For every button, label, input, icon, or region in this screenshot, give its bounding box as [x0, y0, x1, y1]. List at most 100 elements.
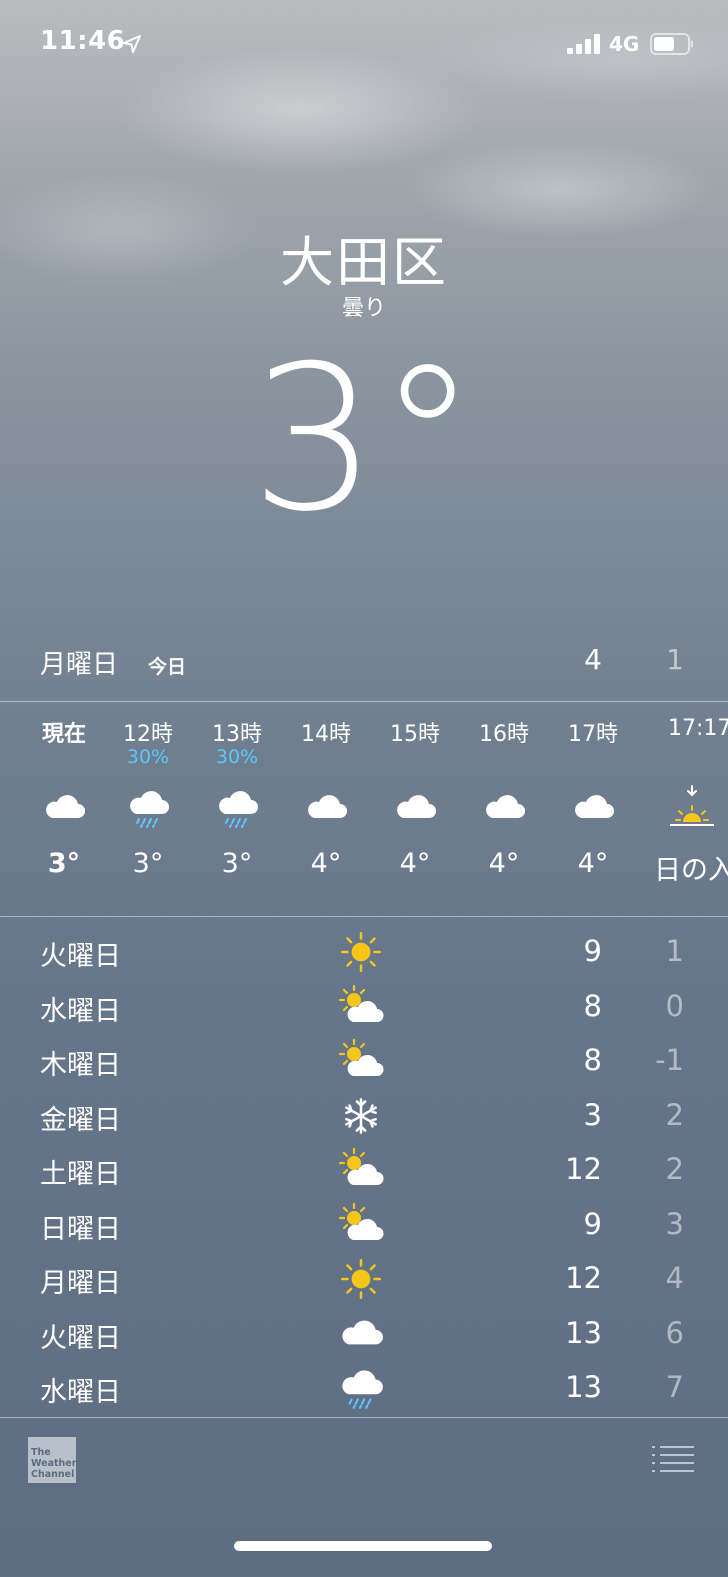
cloud-icon	[336, 1309, 386, 1357]
day-low: -1	[655, 1043, 684, 1077]
hour-temperature: 3°	[47, 848, 81, 879]
cloud-icon	[302, 784, 350, 832]
hourly-item: 12時 30% 3°	[104, 716, 192, 879]
day-name: 日曜日	[40, 1213, 121, 1245]
day-name: 土曜日	[40, 1159, 121, 1190]
daily-row: 水曜日 13 7	[0, 1360, 728, 1414]
hourly-item: 現在 3°	[20, 716, 108, 879]
hour-label: 現在	[41, 722, 86, 747]
precip-chance: 30%	[126, 746, 170, 768]
cloud-icon	[40, 784, 88, 832]
hour-label: 17時	[568, 722, 618, 747]
day-high: 12	[565, 1261, 602, 1295]
partly-cloudy-icon	[336, 1145, 386, 1193]
daily-row: 水曜日 8 0	[0, 979, 728, 1033]
partly-cloudy-icon	[336, 1036, 386, 1084]
hour-temperature: 4°	[310, 848, 342, 879]
precip-chance	[638, 746, 728, 772]
day-high: 13	[565, 1315, 602, 1350]
hour-temperature: 4°	[488, 848, 520, 879]
location-name: 大田区	[280, 231, 448, 294]
day-high: 13	[565, 1370, 602, 1404]
divider	[0, 916, 728, 917]
hourly-item: 13時 30% 3°	[193, 716, 281, 879]
partly-cloudy-icon	[336, 982, 386, 1030]
list-icon[interactable]	[652, 1444, 694, 1474]
precip-chance	[20, 746, 108, 772]
day-low: 1	[665, 934, 684, 968]
hour-temperature: 4°	[577, 848, 609, 879]
cloud-rain-icon	[213, 784, 261, 832]
day-high: 12	[565, 1152, 602, 1186]
snowflake-icon	[336, 1091, 386, 1139]
precip-chance	[549, 746, 637, 772]
day-name: 月曜日	[40, 1268, 121, 1299]
day-high: 8	[583, 988, 602, 1023]
day-name: 水曜日	[40, 1377, 121, 1408]
location-arrow-icon	[123, 35, 141, 53]
day-high: 9	[583, 934, 602, 968]
day-low: 6	[665, 1315, 684, 1350]
daily-row: 木曜日 8 -1	[0, 1033, 728, 1087]
today-high: 4	[584, 643, 602, 676]
day-high: 9	[583, 1206, 602, 1241]
sunset-icon	[668, 784, 716, 832]
day-name: 金曜日	[40, 1104, 121, 1136]
hourly-item: 16時 4°	[460, 716, 548, 879]
hour-label: 15時	[390, 722, 440, 747]
daily-row: 金曜日 3 2	[0, 1088, 728, 1142]
day-name: 木曜日	[40, 1050, 121, 1081]
day-low: 4	[665, 1261, 684, 1295]
today-label: 今日	[148, 656, 187, 678]
day-high: 3	[583, 1097, 602, 1132]
hour-label: 16時	[479, 722, 529, 747]
cloud-icon	[569, 784, 617, 832]
signal-bars-icon	[567, 34, 600, 54]
precip-chance	[460, 746, 548, 772]
daily-row: 火曜日 13 6	[0, 1306, 728, 1360]
partly-cloudy-icon	[336, 1200, 386, 1248]
battery-icon	[650, 33, 693, 55]
day-low: 7	[665, 1370, 684, 1404]
day-low: 3	[665, 1206, 684, 1241]
hour-label: 12時	[123, 722, 173, 747]
cloud-icon	[391, 784, 439, 832]
precip-chance: 30%	[215, 746, 259, 768]
hour-temperature: 日の入	[654, 855, 728, 886]
current-temperature: 3°	[250, 323, 478, 556]
home-indicator[interactable]	[234, 1541, 492, 1551]
hour-label: 17:17	[668, 716, 728, 741]
today-low: 1	[666, 643, 684, 676]
weather-channel-logo[interactable]: The Weather Channel	[28, 1437, 76, 1483]
precip-chance	[371, 746, 459, 772]
hour-temperature: 4°	[399, 848, 431, 879]
status-time: 11:46	[40, 26, 126, 56]
day-high: 8	[583, 1043, 602, 1077]
hourly-item: 15時 4°	[371, 716, 459, 879]
day-low: 0	[665, 988, 684, 1023]
network-type: 4G	[609, 32, 640, 56]
current-condition: 曇り	[341, 296, 386, 321]
day-low: 2	[665, 1152, 684, 1186]
hourly-item: 14時 4°	[282, 716, 370, 879]
daily-row: 火曜日 9 1	[0, 924, 728, 978]
daily-row: 月曜日 12 4	[0, 1251, 728, 1305]
divider	[0, 701, 728, 702]
day-name: 火曜日	[40, 941, 121, 972]
hour-temperature: 3°	[221, 848, 253, 879]
hourly-item: 17時 4°	[549, 716, 637, 879]
hourly-item: 17:17 日の入	[638, 716, 728, 887]
day-low: 2	[665, 1097, 684, 1132]
daily-row: 日曜日 9 3	[0, 1197, 728, 1251]
day-name: 火曜日	[40, 1322, 121, 1354]
day-name: 水曜日	[40, 995, 121, 1027]
sun-icon	[336, 1254, 386, 1302]
cloud-rain-icon	[124, 784, 172, 832]
daily-row: 土曜日 12 2	[0, 1142, 728, 1196]
hour-label: 14時	[301, 722, 351, 747]
logo-text: The Weather Channel	[31, 1447, 77, 1480]
divider	[0, 1417, 728, 1418]
hour-temperature: 3°	[132, 848, 164, 879]
sun-icon	[336, 927, 386, 975]
precip-chance	[282, 746, 370, 772]
